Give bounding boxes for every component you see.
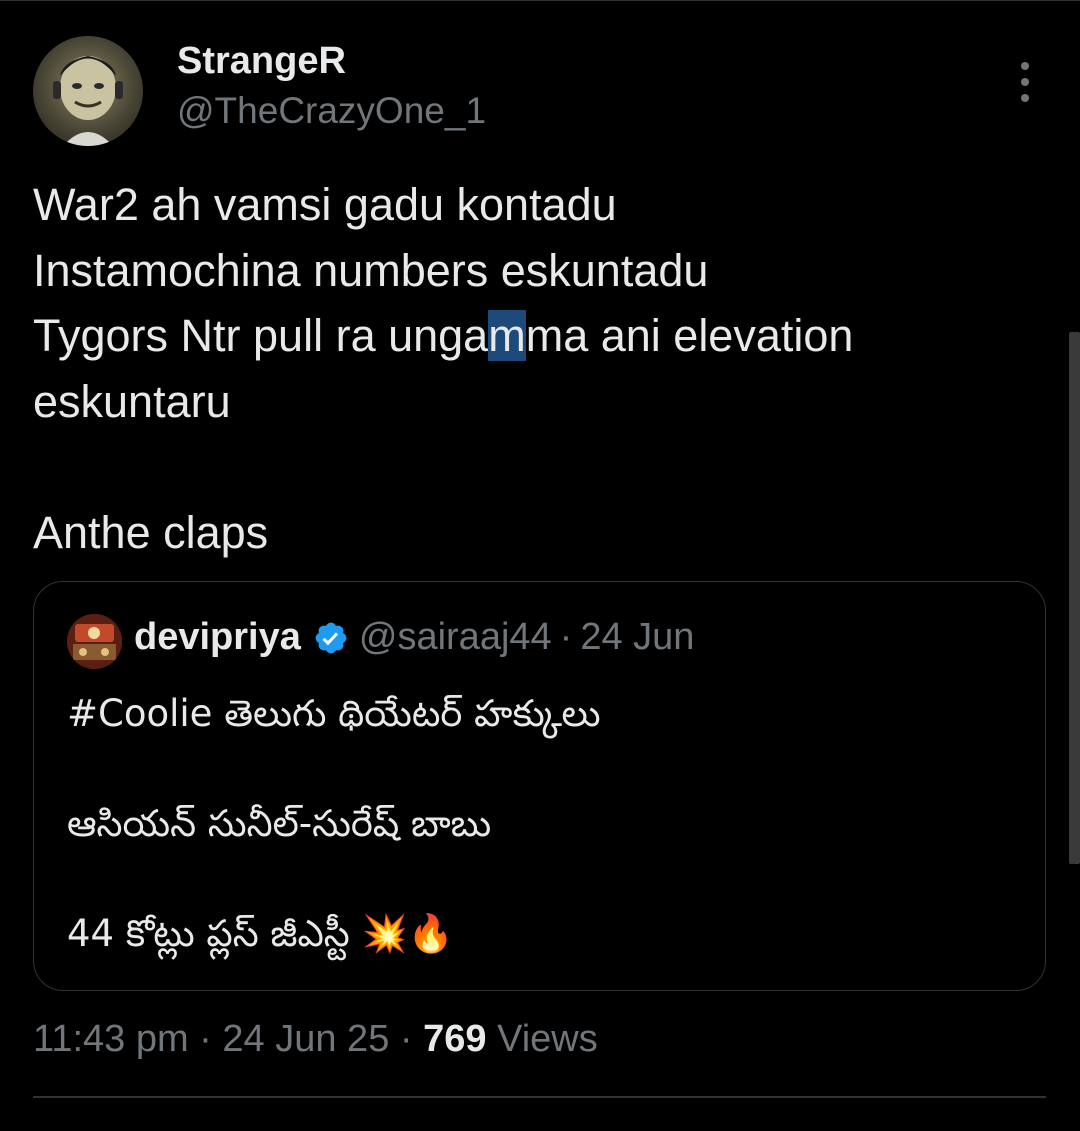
quoted-author-handle[interactable]: @sairaaj44 <box>359 616 552 659</box>
tweet-metadata: 11:43 pm · 24 Jun 25 · 769 Views <box>33 1018 598 1061</box>
views-count[interactable]: 769 <box>423 1018 486 1060</box>
tweet-line-text: ma ani elevation <box>525 310 854 361</box>
scrollbar[interactable] <box>1069 332 1080 864</box>
more-vertical-icon-dot <box>1021 78 1029 86</box>
text-selection: m <box>488 310 526 361</box>
quoted-line: 44 కోట్లు ప్లస్ జీఎస్టీ 💥🔥 <box>67 912 454 955</box>
verified-badge-icon <box>313 620 349 656</box>
quoted-tweet-card[interactable]: devipriya @sairaaj44 · 24 Jun #Coolie తె… <box>33 581 1046 991</box>
author-display-name[interactable]: StrangeR <box>177 40 346 83</box>
views-label[interactable]: Views <box>487 1018 598 1060</box>
tweet-line: War2 ah vamsi gadu kontadu <box>33 179 617 230</box>
quoted-line: #Coolie తెలుగు థియేటర్ హక్కులు <box>67 692 601 735</box>
tweet-line: Instamochina numbers eskuntadu <box>33 244 709 296</box>
quoted-tweet-text: #Coolie తెలుగు థియేటర్ హక్కులు ఆసియన్ సు… <box>67 686 601 961</box>
quoted-line: ఆసియన్ సునీల్-సురేష్ బాబు <box>67 802 492 845</box>
more-vertical-icon <box>1021 62 1029 70</box>
quoted-tweet-header: devipriya @sairaaj44 · 24 Jun <box>134 616 694 659</box>
more-vertical-icon-dot <box>1021 94 1029 102</box>
quoted-blank-line <box>67 851 601 906</box>
quoted-author-avatar[interactable] <box>67 614 122 669</box>
tweet-text: War2 ah vamsi gadu kontadu Instamochina … <box>33 172 1033 565</box>
quoted-avatar-image <box>67 614 122 669</box>
separator-dot: · <box>188 1018 223 1060</box>
top-divider <box>0 0 1080 1</box>
tweet-date[interactable]: 24 Jun 25 <box>222 1018 389 1060</box>
tweet-time[interactable]: 11:43 pm <box>33 1018 189 1060</box>
more-options-button[interactable] <box>1005 58 1045 106</box>
separator-dot: · <box>389 1018 424 1060</box>
quoted-blank-line <box>67 741 601 796</box>
author-handle[interactable]: @TheCrazyOne_1 <box>177 90 486 132</box>
author-avatar[interactable] <box>33 36 143 146</box>
quoted-author-name[interactable]: devipriya <box>134 616 301 659</box>
tweet-line-text: Tygors Ntr pull ra unga <box>33 310 489 361</box>
tweet-line: Anthe claps <box>33 506 269 558</box>
avatar-image <box>53 56 123 146</box>
tweet-line: eskuntaru <box>33 375 231 427</box>
bottom-divider <box>33 1096 1046 1098</box>
quoted-tweet-date[interactable]: 24 Jun <box>580 616 694 659</box>
tweet-line: Tygors Ntr pull ra ungamma ani elevation <box>33 303 1033 369</box>
separator-dot: · <box>559 616 573 658</box>
